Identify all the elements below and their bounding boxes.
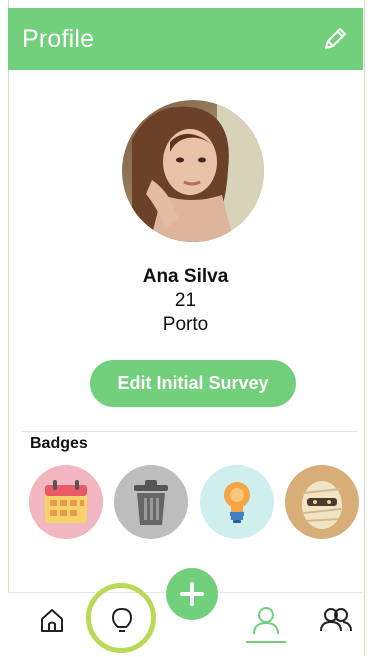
active-tab-indicator [246,641,286,643]
user-icon [253,607,279,635]
badge-calendar[interactable] [29,465,103,539]
profile-city: Porto [162,314,209,335]
nav-friends[interactable] [316,600,356,640]
mummy-icon [302,481,342,529]
plus-icon [180,582,204,606]
badge-mummy[interactable] [285,465,359,539]
nav-home[interactable] [32,600,72,640]
divider [22,431,357,432]
friends-icon [320,608,352,632]
lightbulb-icon [224,482,250,523]
avatar [122,100,264,242]
badge-trash[interactable] [114,465,188,539]
trash-can-icon [134,480,168,525]
edit-profile-button[interactable] [319,23,351,55]
profile-name: Ana Silva [142,266,229,287]
page-title: Profile [22,24,95,53]
pencil-icon [325,28,346,49]
nav-profile[interactable] [246,600,286,640]
edit-initial-survey-button[interactable]: Edit Initial Survey [90,360,296,407]
highlight-ring [86,583,156,653]
profile-age: 21 [174,290,197,311]
badge-lightbulb[interactable] [200,465,274,539]
calendar-icon [45,480,87,523]
home-icon [41,609,63,632]
badges-title: Badges [30,435,88,452]
add-button[interactable] [166,568,218,620]
header-bar: Profile [8,8,363,70]
